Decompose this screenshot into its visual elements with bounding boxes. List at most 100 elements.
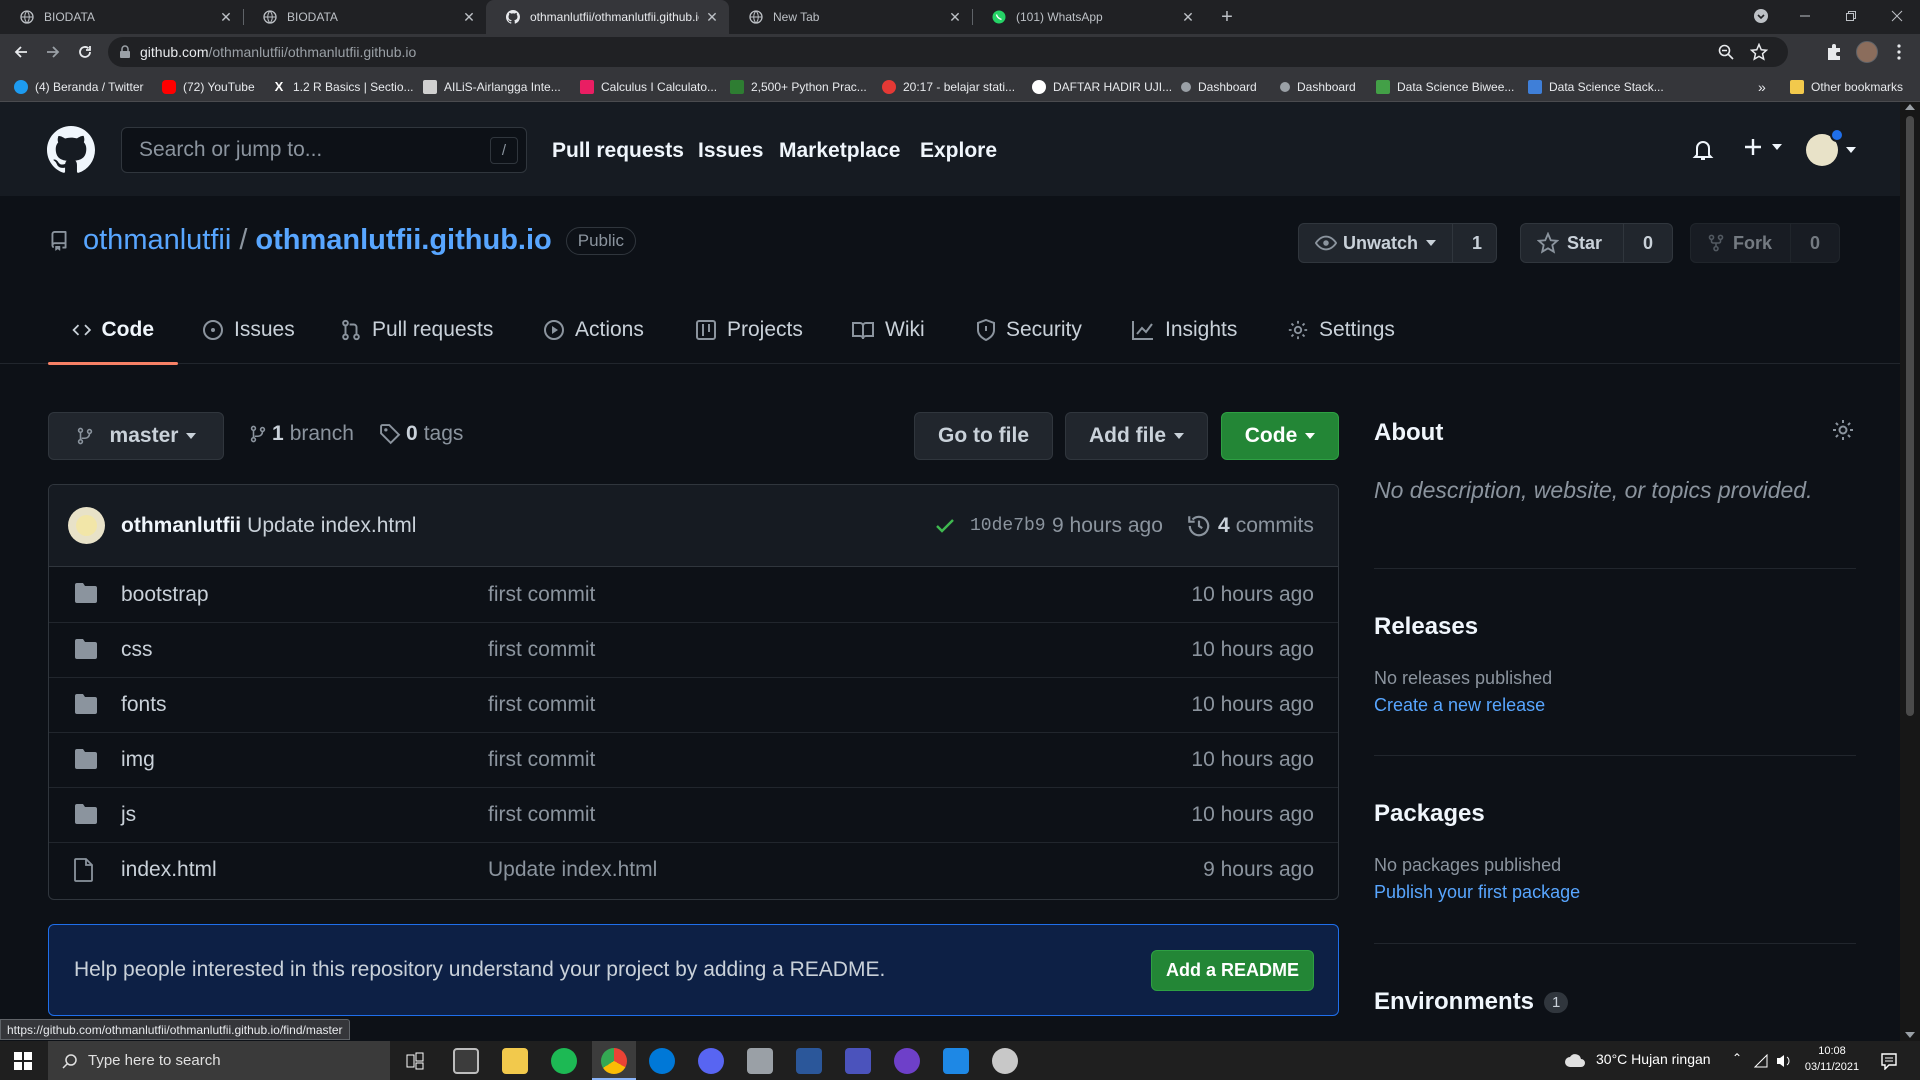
code-button[interactable]: Code (1221, 412, 1339, 460)
clock[interactable]: 10:08 03/11/2021 (1802, 1043, 1862, 1075)
watch-count[interactable]: 1 (1453, 224, 1496, 262)
bell-icon[interactable] (1691, 138, 1715, 162)
publish-package-link[interactable]: Publish your first package (1374, 882, 1580, 903)
tab-code[interactable]: Code (48, 296, 178, 365)
tab-close-icon[interactable]: ✕ (1181, 9, 1195, 26)
releases-heading[interactable]: Releases (1374, 613, 1478, 641)
commits-link[interactable]: 4 commits (1186, 513, 1314, 539)
word-icon[interactable] (796, 1048, 822, 1074)
speaker-icon[interactable] (1776, 1053, 1792, 1069)
add-file-button[interactable]: Add file (1065, 412, 1208, 460)
scroll-down-arrow-icon[interactable] (1905, 1032, 1915, 1038)
weather-text[interactable]: 30°C Hujan ringan (1596, 1051, 1711, 1067)
bookmark-item[interactable]: AILiS-Airlangga Inte... (423, 78, 561, 96)
teams-icon[interactable] (845, 1048, 871, 1074)
tab-projects[interactable]: Projects (695, 296, 803, 364)
tags-link[interactable]: 0 tags (379, 422, 463, 446)
tab-close-icon[interactable]: ✕ (705, 9, 719, 26)
commit-message[interactable]: Update index.html (247, 514, 416, 538)
bookmark-item[interactable]: Data Science Biwee... (1376, 78, 1514, 96)
address-bar[interactable]: github.com/othmanlutfii/othmanlutfii.git… (108, 37, 1788, 67)
edge-icon[interactable] (649, 1048, 675, 1074)
tab-close-icon[interactable]: ✕ (948, 9, 962, 26)
file-explorer-icon[interactable] (502, 1048, 528, 1074)
bookmark-item[interactable]: Dashboard (1280, 78, 1356, 96)
chevron-up-icon[interactable]: ⌃ (1732, 1051, 1742, 1065)
tab-close-icon[interactable]: ✕ (219, 9, 233, 26)
discord-icon[interactable] (698, 1048, 724, 1074)
tab-search-icon[interactable] (1738, 0, 1784, 32)
search-input[interactable]: Search or jump to... / (121, 127, 527, 173)
bookmark-item[interactable]: Data Science Stack... (1528, 78, 1664, 96)
bookmark-item[interactable]: DAFTAR HADIR UJI... (1032, 78, 1172, 96)
commit-author[interactable]: othmanlutfii (121, 514, 241, 538)
taskbar-search-input[interactable]: Type here to search (48, 1041, 390, 1080)
file-name-link[interactable]: bootstrap (121, 583, 209, 607)
repo-owner-link[interactable]: othmanlutfii (83, 224, 231, 257)
browser-tab[interactable]: (101) WhatsApp ✕ (972, 0, 1205, 34)
chrome-taskbar-active[interactable] (592, 1041, 636, 1080)
tab-close-icon[interactable]: ✕ (462, 9, 476, 26)
bookmarks-overflow-button[interactable]: » (1758, 78, 1766, 96)
file-row[interactable]: bootstrap first commit 10 hours ago (49, 567, 1338, 622)
file-name-link[interactable]: css (121, 638, 153, 662)
file-commit-message-link[interactable]: first commit (488, 583, 595, 607)
app-icon[interactable] (747, 1048, 773, 1074)
tab-actions[interactable]: Actions (543, 296, 644, 364)
zoom-icon[interactable] (1718, 44, 1734, 60)
bookmark-item[interactable]: Dashboard (1181, 78, 1257, 96)
branch-selector[interactable]: master (48, 412, 224, 460)
file-commit-message-link[interactable]: first commit (488, 638, 595, 662)
file-row[interactable]: fonts first commit 10 hours ago (49, 677, 1338, 732)
notification-icon[interactable] (1880, 1052, 1898, 1070)
new-tab-button[interactable]: + (1214, 4, 1240, 30)
nav-explore[interactable]: Explore (920, 139, 997, 163)
packages-heading[interactable]: Packages (1374, 800, 1485, 828)
tab-issues[interactable]: Issues (202, 296, 295, 364)
tab-settings[interactable]: Settings (1287, 296, 1395, 364)
scrollbar-thumb[interactable] (1906, 116, 1914, 716)
file-commit-message-link[interactable]: first commit (488, 803, 595, 827)
bookmark-item[interactable]: X 1.2 R Basics | Sectio... (272, 78, 414, 96)
gear-icon[interactable] (1831, 418, 1855, 442)
github-logo-icon[interactable] (47, 126, 95, 174)
bookmark-item[interactable]: 20:17 - belajar stati... (882, 78, 1015, 96)
nav-marketplace[interactable]: Marketplace (779, 139, 900, 163)
extensions-icon[interactable] (1825, 43, 1843, 61)
star-button[interactable]: Star 0 (1520, 223, 1673, 263)
file-row[interactable]: js first commit 10 hours ago (49, 787, 1338, 842)
unwatch-button[interactable]: Unwatch 1 (1298, 223, 1497, 263)
bookmark-item[interactable]: (72) YouTube (162, 78, 255, 96)
bookmark-item[interactable]: Calculus I Calculato... (580, 78, 717, 96)
back-arrow-icon[interactable] (9, 40, 33, 64)
tab-pull-requests[interactable]: Pull requests (340, 296, 493, 364)
windows-start-icon[interactable] (14, 1052, 32, 1070)
tab-wiki[interactable]: Wiki (851, 296, 925, 364)
browser-tab-active[interactable]: othmanlutfii/othmanlutfii.github.io ✕ (486, 0, 729, 34)
add-readme-button[interactable]: Add a README (1151, 950, 1314, 991)
file-row[interactable]: css first commit 10 hours ago (49, 622, 1338, 677)
photos-icon[interactable] (943, 1048, 969, 1074)
page-scrollbar[interactable] (1900, 102, 1920, 1041)
restore-icon[interactable] (1828, 0, 1874, 32)
more-vertical-icon[interactable] (1890, 43, 1908, 61)
nav-pull-requests[interactable]: Pull requests (552, 139, 684, 163)
github-desktop-icon[interactable] (894, 1048, 920, 1074)
branches-link[interactable]: 1 branch (249, 422, 354, 446)
profile-avatar[interactable] (1856, 41, 1878, 63)
nav-issues[interactable]: Issues (698, 139, 763, 163)
minimize-icon[interactable] (1782, 0, 1828, 32)
browser-tab[interactable]: New Tab ✕ (729, 0, 972, 34)
bookmark-item[interactable]: (4) Beranda / Twitter (14, 78, 144, 96)
scroll-up-arrow-icon[interactable] (1905, 104, 1915, 110)
close-window-icon[interactable] (1874, 0, 1920, 32)
tab-security[interactable]: Security (976, 296, 1082, 364)
forward-arrow-icon[interactable] (41, 40, 65, 64)
create-release-link[interactable]: Create a new release (1374, 695, 1545, 716)
task-view-icon[interactable] (406, 1052, 424, 1070)
browser-tab[interactable]: BIODATA ✕ (243, 0, 486, 34)
avatar[interactable] (68, 507, 105, 544)
file-row[interactable]: img first commit 10 hours ago (49, 732, 1338, 787)
file-commit-message-link[interactable]: first commit (488, 693, 595, 717)
file-commit-message-link[interactable]: Update index.html (488, 858, 657, 882)
